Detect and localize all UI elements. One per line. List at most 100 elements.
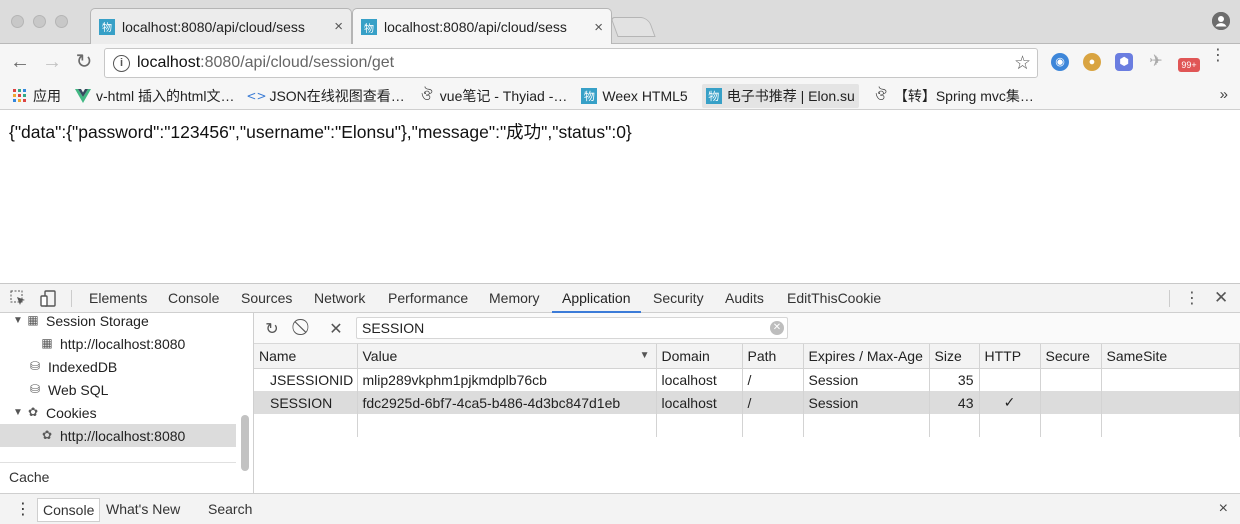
extension-shield-icon[interactable]: ⬢ <box>1115 53 1133 71</box>
devtools-menu-icon[interactable]: ⋮ <box>1184 288 1200 308</box>
json-response-text: {"data":{"password":"123456","username":… <box>9 122 632 142</box>
forward-arrow-icon[interactable]: → <box>40 50 64 74</box>
sidebar-item-cookies-origin[interactable]: ✿ http://localhost:8080 <box>0 424 236 447</box>
cookie-secure-cell <box>1040 391 1102 414</box>
clear-all-icon[interactable]: ⃠ <box>295 319 313 337</box>
drawer-tab-search[interactable]: Search <box>203 498 257 522</box>
cookie-expires-cell[interactable]: Session <box>803 368 930 391</box>
cookie-path-cell[interactable]: / <box>742 391 804 414</box>
drawer-tab-whats-new[interactable]: What's New <box>101 498 185 522</box>
cookie-expires-cell[interactable]: Session <box>803 391 930 414</box>
extension-bird-icon[interactable]: ✈ <box>1147 53 1165 71</box>
cookie-table: Name Value ▼ Domain Path Expires / Max-Ag… <box>254 344 1240 437</box>
browser-menu-icon[interactable]: ⋮ <box>1210 48 1226 64</box>
bookmark-label: 电子书推荐 | Elon.su <box>726 87 855 104</box>
cookie-samesite-cell <box>1101 368 1240 391</box>
sidebar-item-session-origin[interactable]: ▦ http://localhost:8080 <box>0 332 236 355</box>
bookmark-json[interactable]: <> JSON在线视图查看… <box>246 86 404 106</box>
sidebar-item-label: Cookies <box>46 404 97 421</box>
cookie-filter-input[interactable] <box>356 317 788 339</box>
bookmark-weex[interactable]: 物 Weex HTML5 <box>581 87 688 104</box>
bookmark-vhtml[interactable]: v-html 插入的html文… <box>75 86 234 106</box>
table-row[interactable]: JSESSIONID mlip289vkphm1pjkmdplb76cb loc… <box>254 368 1240 391</box>
new-tab-button[interactable] <box>610 17 656 37</box>
cookie-domain-cell[interactable]: localhost <box>656 391 743 414</box>
cookie-domain-cell[interactable]: localhost <box>656 368 743 391</box>
sidebar-item-label: http://localhost:8080 <box>60 427 186 444</box>
sidebar-item-websql[interactable]: ⛁ Web SQL <box>0 378 236 401</box>
sidebar-item-label: Session Storage <box>46 313 149 329</box>
close-drawer-icon[interactable]: × <box>1219 500 1228 518</box>
cookie-name-cell[interactable]: SESSION <box>254 391 358 414</box>
maximize-window-button[interactable] <box>55 15 68 28</box>
close-window-button[interactable] <box>11 15 24 28</box>
sidebar-scrollbar[interactable] <box>241 415 249 471</box>
browser-tab[interactable]: 物 localhost:8080/api/cloud/sess × <box>90 8 352 44</box>
bookmark-star-icon[interactable]: ☆ <box>1014 52 1031 75</box>
tab-console[interactable]: Console <box>168 284 219 313</box>
bookmark-apps[interactable]: 应用 <box>12 86 61 106</box>
extension-badge[interactable]: 99+ <box>1178 58 1200 72</box>
tab-audits[interactable]: Audits <box>725 284 764 313</box>
inspect-element-icon[interactable] <box>10 290 27 311</box>
bookmarks-overflow-icon[interactable]: » <box>1220 86 1228 103</box>
bookmark-ebook[interactable]: 物 电子书推荐 | Elon.su <box>701 83 859 108</box>
column-header-domain[interactable]: Domain <box>656 344 743 369</box>
cookie-path-cell[interactable]: / <box>742 368 804 391</box>
tab-performance[interactable]: Performance <box>388 284 468 313</box>
tab-security[interactable]: Security <box>653 284 704 313</box>
extension-globe-icon[interactable]: ◉ <box>1051 53 1069 71</box>
bookmark-label: vue笔记 - Thyiad -… <box>439 87 568 104</box>
sidebar-item-cookies[interactable]: ▼ ✿ Cookies <box>0 401 236 424</box>
close-icon[interactable]: × <box>334 18 343 35</box>
sidebar-item-session-storage[interactable]: ▼ ▦ Session Storage <box>0 313 236 332</box>
back-arrow-icon[interactable]: ← <box>8 50 32 74</box>
sort-descending-icon: ▼ <box>639 350 650 361</box>
column-header-value[interactable]: Value ▼ <box>357 344 657 369</box>
column-header-name[interactable]: Name <box>254 344 358 369</box>
devtools-tab-bar: Elements Console Sources Network Perform… <box>0 284 1240 313</box>
close-icon[interactable]: × <box>594 19 603 36</box>
tab-elements[interactable]: Elements <box>89 284 147 313</box>
column-header-secure[interactable]: Secure <box>1040 344 1102 369</box>
tab-network[interactable]: Network <box>314 284 365 313</box>
cookie-value-cell[interactable]: fdc2925d-6bf7-4ca5-b486-4d3bc847d1eb <box>357 391 657 414</box>
bookmark-spring[interactable]: ঔ 【转】Spring mvc集… <box>873 86 1034 106</box>
device-toolbar-icon[interactable] <box>40 290 57 311</box>
site-favicon-icon: 物 <box>581 87 598 104</box>
column-header-samesite[interactable]: SameSite <box>1101 344 1240 369</box>
cookie-value-cell[interactable]: mlip289vkphm1pjkmdplb76cb <box>357 368 657 391</box>
table-row-selected[interactable]: SESSION fdc2925d-6bf7-4ca5-b486-4d3bc847… <box>254 391 1240 414</box>
sidebar-item-indexeddb[interactable]: ⛁ IndexedDB <box>0 355 236 378</box>
cookie-name-cell[interactable]: JSESSIONID <box>254 368 358 391</box>
close-devtools-icon[interactable]: ✕ <box>1214 288 1228 308</box>
tab-sources[interactable]: Sources <box>241 284 292 313</box>
sidebar-item-label: IndexedDB <box>48 358 118 375</box>
address-bar[interactable]: i localhost:8080/api/cloud/session/get ☆ <box>104 48 1038 78</box>
browser-tab-active[interactable]: 物 localhost:8080/api/cloud/sess × <box>352 8 612 45</box>
expanded-triangle-icon[interactable]: ▼ <box>12 315 24 326</box>
extension-cookie-icon[interactable]: ● <box>1083 53 1101 71</box>
tab-application[interactable]: Application <box>552 284 641 313</box>
profile-icon[interactable] <box>1212 12 1230 30</box>
drawer-menu-icon[interactable]: ⋮ <box>10 498 36 522</box>
info-icon[interactable]: i <box>113 55 130 72</box>
tab-memory[interactable]: Memory <box>489 284 540 313</box>
refresh-icon[interactable]: ↻ <box>263 319 281 339</box>
column-header-size[interactable]: Size <box>929 344 980 369</box>
column-header-http[interactable]: HTTP <box>979 344 1041 369</box>
clear-filter-icon[interactable]: ✕ <box>770 321 784 335</box>
minimize-window-button[interactable] <box>33 15 46 28</box>
tab-editthiscookie[interactable]: EditThisCookie <box>787 284 881 313</box>
bookmark-vue-notes[interactable]: ঔ vue笔记 - Thyiad -… <box>419 86 568 106</box>
delete-selected-icon[interactable]: ✕ <box>327 319 345 339</box>
column-header-expires[interactable]: Expires / Max-Age <box>803 344 930 369</box>
table-header-row: Name Value ▼ Domain Path Expires / Max-Ag… <box>254 344 1240 369</box>
reload-icon[interactable]: ↻ <box>72 50 96 74</box>
swirl-icon: ঔ <box>875 87 887 104</box>
sidebar-divider <box>0 462 236 463</box>
expanded-triangle-icon[interactable]: ▼ <box>12 407 24 418</box>
column-header-path[interactable]: Path <box>742 344 804 369</box>
tab-title: localhost:8080/api/cloud/sess <box>384 19 567 35</box>
drawer-tab-console[interactable]: Console <box>37 498 101 522</box>
